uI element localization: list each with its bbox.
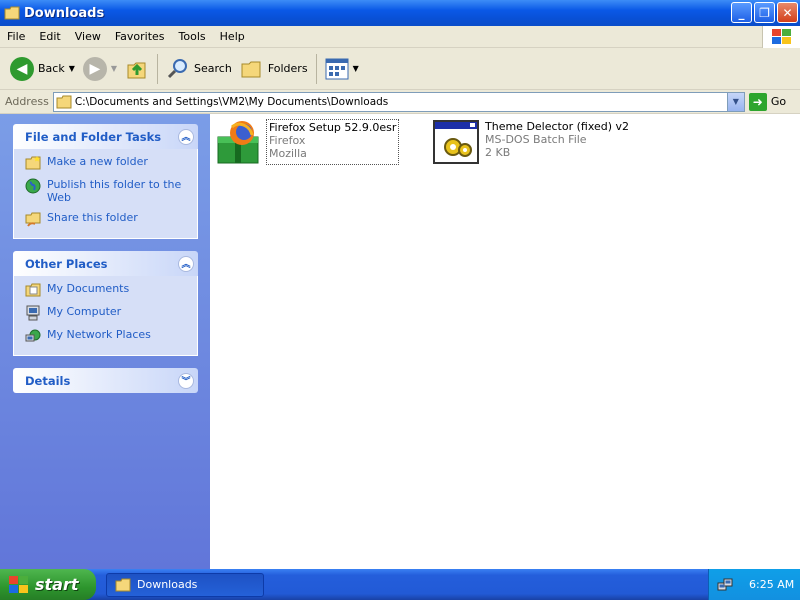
task-label: Share this folder xyxy=(47,211,138,224)
back-label: Back xyxy=(38,62,65,75)
search-label: Search xyxy=(194,62,232,75)
share-folder-icon xyxy=(25,212,41,227)
task-label: Make a new folder xyxy=(47,155,148,168)
file-item[interactable]: Theme Delector (fixed) v2 MS-DOS Batch F… xyxy=(433,119,631,165)
firefox-installer-icon xyxy=(217,121,259,164)
file-type: MS-DOS Batch File xyxy=(485,133,587,146)
place-my-computer[interactable]: My Computer xyxy=(25,305,197,321)
menu-help[interactable]: Help xyxy=(213,30,252,43)
maximize-button[interactable]: ❐ xyxy=(754,2,775,23)
window-title: Downloads xyxy=(24,5,105,21)
menu-tools[interactable]: Tools xyxy=(172,30,213,43)
views-icon xyxy=(325,58,349,79)
folder-icon xyxy=(56,95,72,108)
file-folder-tasks-panel: File and Folder Tasks ︽ Make a new folde… xyxy=(13,124,198,239)
taskbar-item-label: Downloads xyxy=(137,578,198,591)
folders-icon xyxy=(241,61,261,77)
task-pane: File and Folder Tasks ︽ Make a new folde… xyxy=(0,114,210,569)
address-field[interactable]: C:\Documents and Settings\VM2\My Documen… xyxy=(52,91,745,112)
start-button[interactable]: start xyxy=(0,569,96,600)
windows-flag-icon xyxy=(9,575,28,593)
toolbar-separator xyxy=(315,53,317,84)
up-folder-button[interactable] xyxy=(121,52,153,86)
file-list-area[interactable]: Firefox Setup 52.9.0esr Firefox Mozilla … xyxy=(210,114,800,569)
menu-favorites[interactable]: Favorites xyxy=(108,30,172,43)
expand-icon[interactable]: ︾ xyxy=(178,372,194,389)
task-label: Publish this folder to the Web xyxy=(47,178,182,204)
other-places-panel: Other Places ︽ My Documents My Computer … xyxy=(13,251,198,356)
network-tray-icon[interactable] xyxy=(717,577,733,593)
toolbar-separator xyxy=(157,53,159,84)
batch-file-icon xyxy=(433,120,479,164)
go-label: Go xyxy=(770,95,787,108)
file-size: 2 KB xyxy=(485,146,511,159)
toolbar: ◀ Back ▼ ▶ ▼ Search Folders ▼ xyxy=(0,48,800,90)
views-button[interactable]: ▼ xyxy=(321,52,363,86)
title-bar[interactable]: Downloads _ ❐ ✕ xyxy=(0,0,800,26)
forward-arrow-icon: ▶ xyxy=(82,56,107,81)
collapse-icon[interactable]: ︽ xyxy=(178,128,194,145)
place-my-network-places[interactable]: My Network Places xyxy=(25,328,197,344)
panel-header[interactable]: Other Places ︽ xyxy=(13,251,198,276)
taskbar-item-downloads[interactable]: Downloads xyxy=(106,572,264,597)
address-label: Address xyxy=(5,95,49,108)
search-icon xyxy=(167,58,188,78)
folders-button[interactable]: Folders xyxy=(236,52,312,86)
menu-view[interactable]: View xyxy=(68,30,108,43)
collapse-icon[interactable]: ︽ xyxy=(178,255,194,272)
place-label: My Computer xyxy=(47,305,122,318)
taskbar: start Downloads 6:25 AM xyxy=(0,569,800,600)
place-my-documents[interactable]: My Documents xyxy=(25,282,197,298)
back-arrow-icon: ◀ xyxy=(10,56,34,81)
clock[interactable]: 6:25 AM xyxy=(749,578,794,591)
windows-logo-icon xyxy=(762,26,800,48)
panel-title: File and Folder Tasks xyxy=(25,129,162,144)
start-label: start xyxy=(35,575,79,594)
file-name: Theme Delector (fixed) v2 xyxy=(485,120,630,133)
details-panel: Details ︾ xyxy=(13,368,198,393)
dropdown-arrow-icon[interactable]: ▼ xyxy=(69,64,75,73)
address-bar: Address C:\Documents and Settings\VM2\My… xyxy=(0,90,800,114)
menu-file[interactable]: File xyxy=(0,30,32,43)
folder-icon xyxy=(115,578,131,591)
task-make-new-folder[interactable]: Make a new folder xyxy=(25,155,197,171)
file-company: Mozilla xyxy=(269,147,307,160)
up-folder-icon xyxy=(127,62,146,78)
my-documents-icon xyxy=(25,283,41,297)
place-label: My Documents xyxy=(47,282,130,295)
file-type: Firefox xyxy=(269,134,306,147)
file-item[interactable]: Firefox Setup 52.9.0esr Firefox Mozilla xyxy=(216,119,400,165)
back-button[interactable]: ◀ Back ▼ xyxy=(6,52,79,86)
system-tray: 6:25 AM xyxy=(708,569,800,600)
close-button[interactable]: ✕ xyxy=(777,2,798,23)
menu-bar: File Edit View Favorites Tools Help xyxy=(0,26,800,48)
panel-header[interactable]: File and Folder Tasks ︽ xyxy=(13,124,198,149)
dropdown-arrow-icon[interactable]: ▼ xyxy=(353,64,359,73)
address-value: C:\Documents and Settings\VM2\My Documen… xyxy=(74,95,389,108)
address-dropdown-button[interactable]: ▼ xyxy=(726,92,744,111)
new-folder-icon xyxy=(25,156,41,170)
network-places-icon xyxy=(25,329,41,342)
panel-title: Other Places xyxy=(25,256,108,271)
forward-button[interactable]: ▶ ▼ xyxy=(79,52,121,86)
search-button[interactable]: Search xyxy=(162,52,236,86)
file-name: Firefox Setup 52.9.0esr xyxy=(269,121,397,134)
task-publish-to-web[interactable]: Publish this folder to the Web xyxy=(25,178,197,204)
minimize-button[interactable]: _ xyxy=(731,2,752,23)
go-button[interactable]: ➜ Go xyxy=(748,92,787,111)
panel-title: Details xyxy=(25,373,71,388)
dropdown-arrow-icon[interactable]: ▼ xyxy=(111,64,117,73)
go-arrow-icon: ➜ xyxy=(748,92,767,111)
my-computer-icon xyxy=(26,305,40,321)
folders-label: Folders xyxy=(267,62,308,75)
folder-icon xyxy=(4,6,20,20)
panel-header[interactable]: Details ︾ xyxy=(13,368,198,393)
menu-edit[interactable]: Edit xyxy=(32,30,67,43)
place-label: My Network Places xyxy=(47,328,151,341)
globe-icon xyxy=(25,178,41,194)
task-share-folder[interactable]: Share this folder xyxy=(25,211,197,227)
